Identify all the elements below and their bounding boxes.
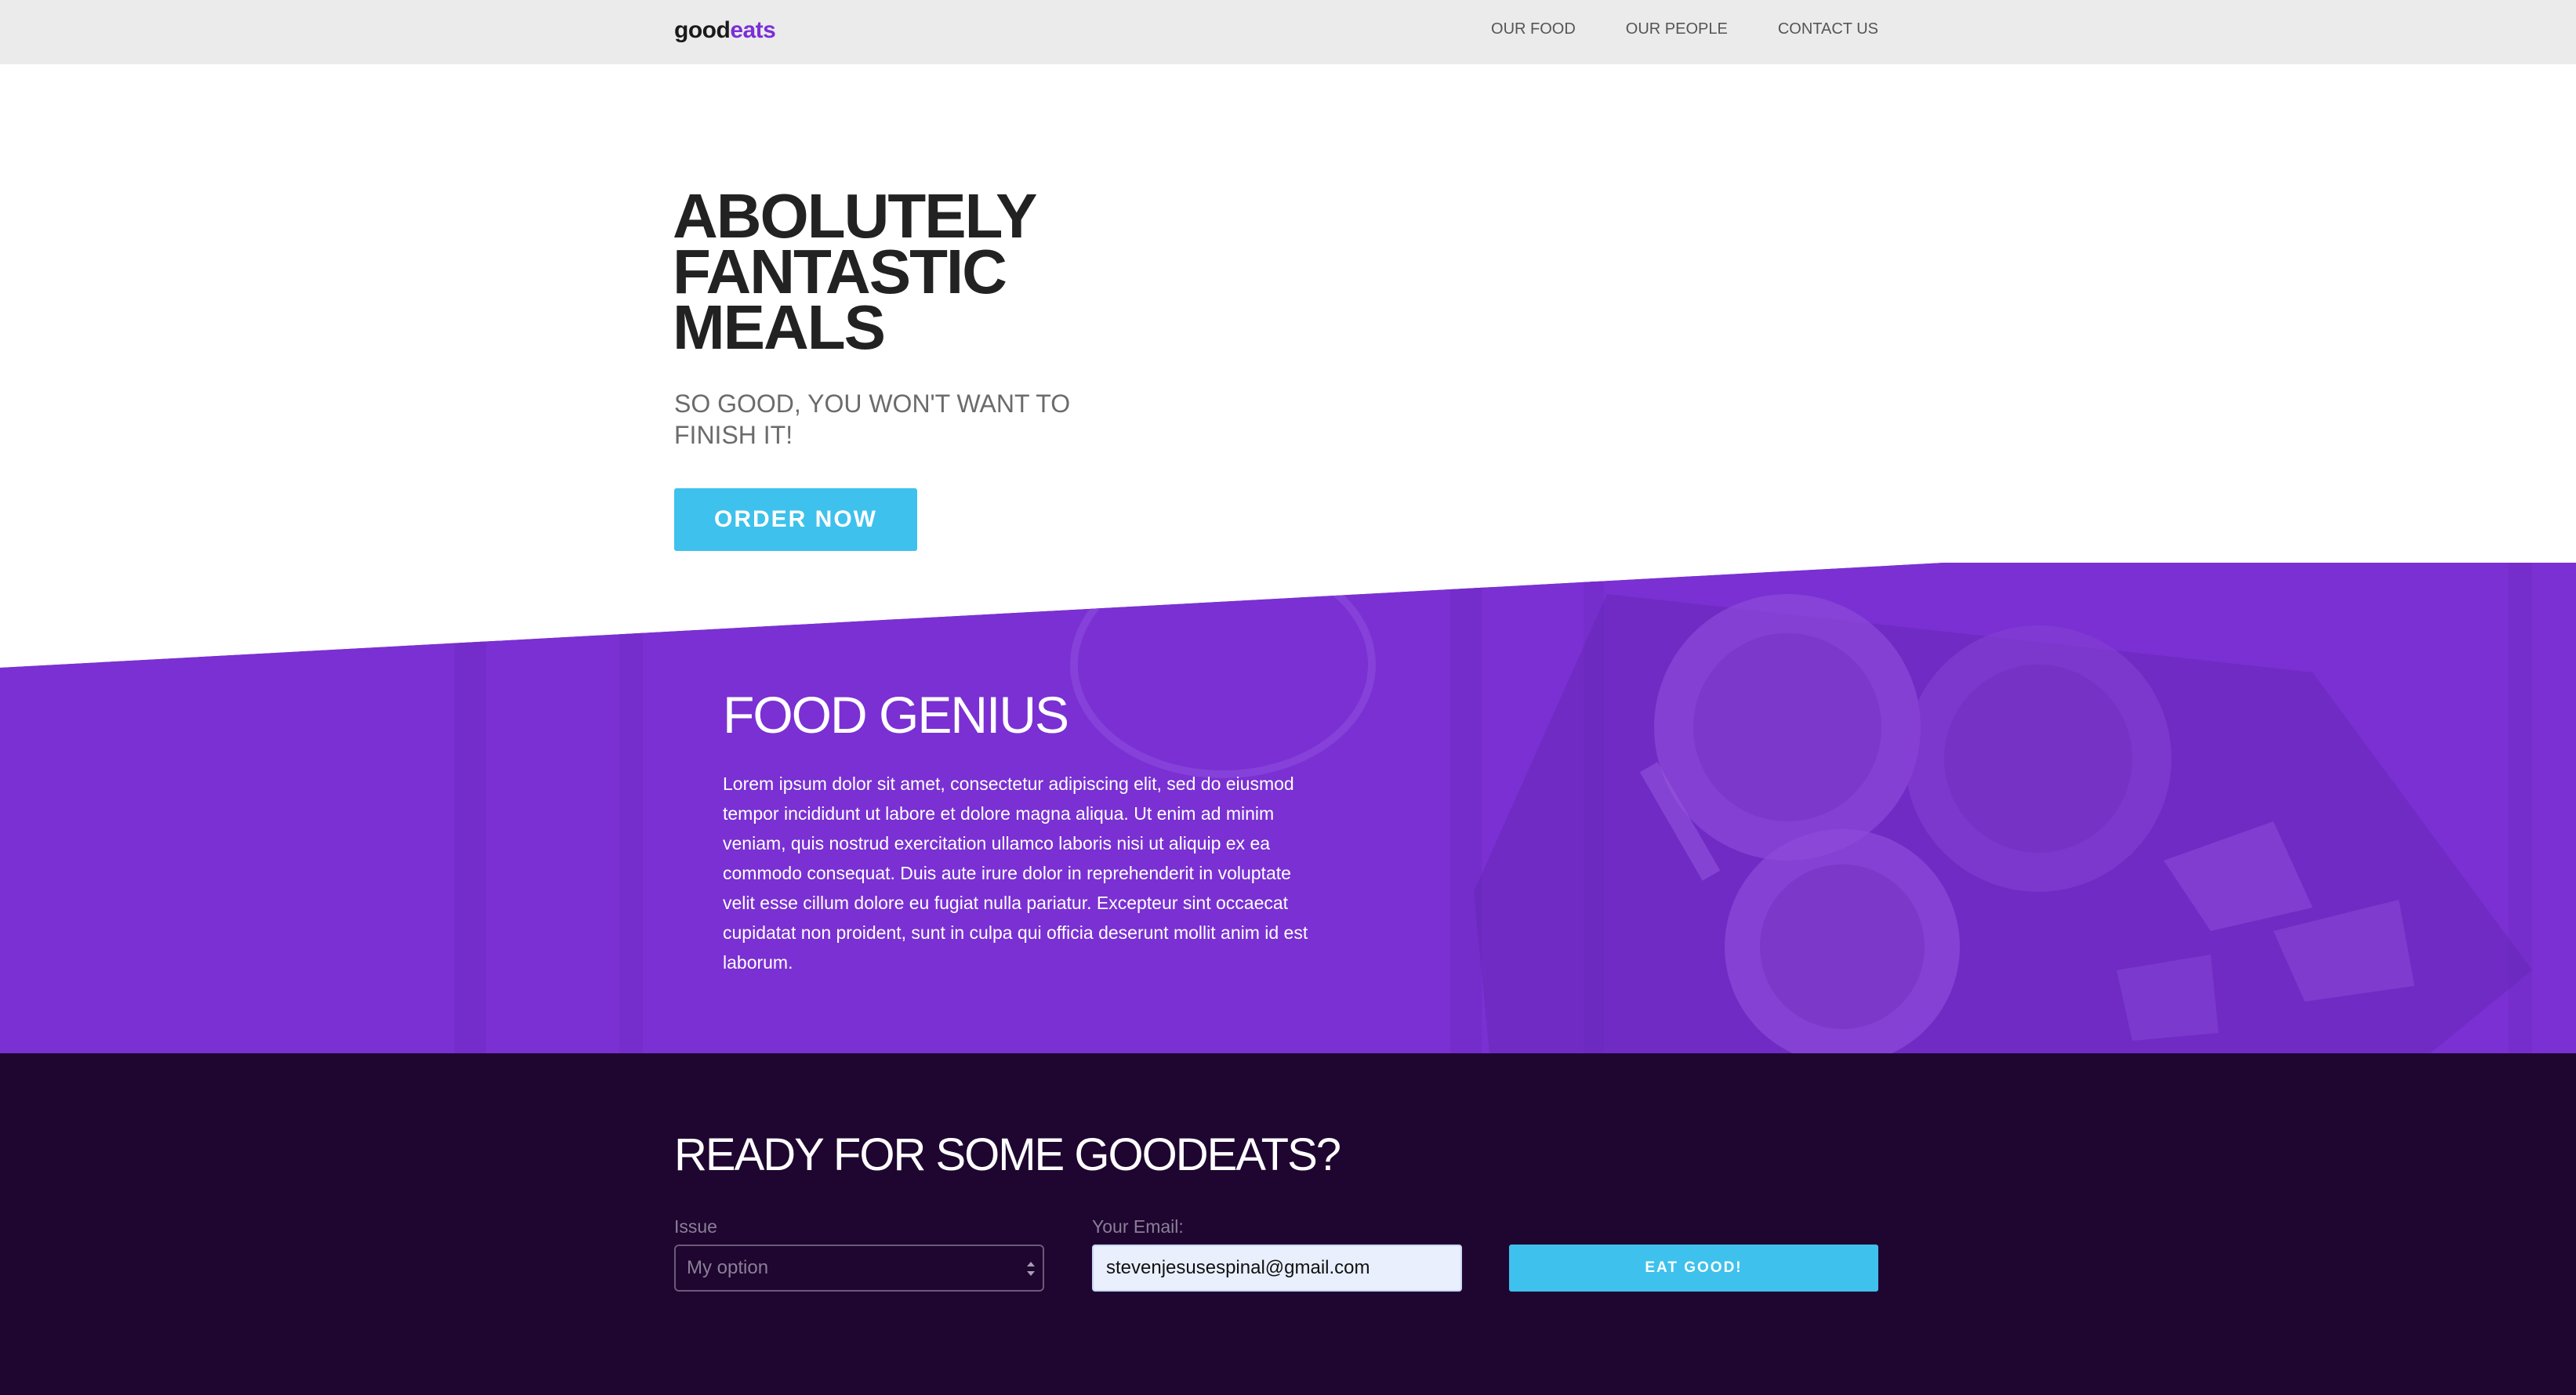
email-label: Your Email:	[1092, 1216, 1184, 1237]
order-now-button[interactable]: ORDER NOW	[674, 488, 917, 551]
hero-title-line-3: MEALS	[673, 292, 886, 362]
issue-label: Issue	[674, 1216, 717, 1237]
nav-link-contact-us[interactable]: CONTACT US	[1778, 20, 1878, 38]
logo-text-good: good	[674, 17, 731, 43]
food-genius-section: FOOD GENIUS Lorem ipsum dolor sit amet, …	[0, 563, 2576, 1053]
issue-select[interactable]: My option	[674, 1245, 1044, 1292]
nav-links: OUR FOOD OUR PEOPLE CONTACT US	[1491, 20, 1878, 38]
section-title: FOOD GENIUS	[723, 686, 1069, 744]
hero-title: ABOLUTELY FANTASTIC MEALS	[673, 185, 1080, 359]
top-navbar: goodeats OUR FOOD OUR PEOPLE CONTACT US	[0, 0, 2576, 64]
logo-text-eats: eats	[730, 17, 776, 43]
select-arrows-icon	[1027, 1262, 1035, 1276]
hero-subtitle: SO GOOD, YOU WON'T WANT TO FINISH IT!	[674, 390, 1071, 449]
brand-logo[interactable]: goodeats	[674, 17, 776, 44]
cta-title: READY FOR SOME GOODEATS?	[674, 1129, 1341, 1180]
nav-link-our-food[interactable]: OUR FOOD	[1491, 20, 1576, 38]
issue-select-value: My option	[687, 1257, 769, 1278]
signup-section: READY FOR SOME GOODEATS? Issue My option…	[0, 1053, 2576, 1395]
email-input[interactable]	[1092, 1245, 1462, 1292]
nav-link-our-people[interactable]: OUR PEOPLE	[1626, 20, 1728, 38]
eat-good-button[interactable]: EAT GOOD!	[1509, 1245, 1878, 1292]
section-body-text: Lorem ipsum dolor sit amet, consectetur …	[723, 774, 1308, 973]
